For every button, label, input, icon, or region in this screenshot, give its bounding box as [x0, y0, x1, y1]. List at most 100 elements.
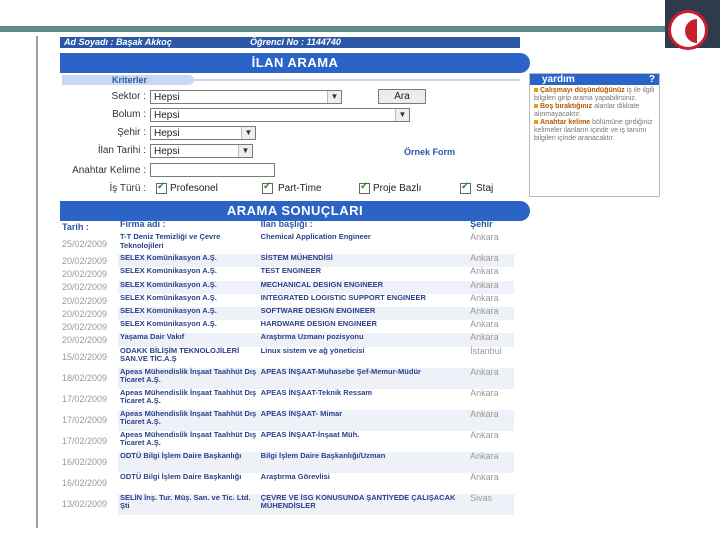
job-title-link[interactable]: Bilgi İşlem Daire Başkanlığı/Uzman — [259, 451, 469, 473]
table-row[interactable]: Apeas Mühendislik İnşaat Taahhüt Dış Tic… — [118, 366, 514, 389]
sehir-label: Şehir : — [117, 127, 146, 138]
results-section-title: ARAMA SONUÇLARI — [60, 201, 530, 221]
table-row[interactable]: T-T Deniz Temizliği ve Çevre Teknolojile… — [118, 232, 514, 254]
user-name: Ad Soyadı : Başak Akkoç — [64, 37, 172, 47]
job-title-link[interactable]: MECHANICAL DESIGN ENGINEER — [259, 280, 469, 294]
sehir-value: Hepsi — [154, 128, 180, 139]
column-header-date[interactable]: Tarih : — [62, 222, 89, 232]
checkbox-proje-bazli[interactable] — [359, 181, 370, 194]
job-title-link[interactable]: Linux sistem ve ağ yöneticisi — [259, 346, 469, 368]
job-title-link[interactable]: APEAS İNŞAAT-Teknik Ressam — [259, 388, 469, 410]
checkbox-part-time-label: Part-Time — [278, 183, 322, 194]
company-link[interactable]: Apeas Mühendislik İnşaat Taahhüt Dış Tic… — [118, 367, 259, 389]
is-turu-label: İş Türü : — [109, 183, 147, 194]
table-row[interactable]: SELEX Komünikasyon A.Ş. INTEGRATED LOGIST… — [118, 293, 514, 307]
company-link[interactable]: SELEX Komünikasyon A.Ş. — [118, 293, 259, 307]
table-row[interactable]: ODTÜ Bilgi İşlem Daire Başkanlığı Araştır… — [118, 471, 514, 494]
results-table: Firma adı : İlan başlığı : Şehir T-T Den… — [118, 219, 514, 515]
bullet-icon — [534, 104, 538, 108]
company-link[interactable]: T-T Deniz Temizliği ve Çevre Teknolojile… — [118, 232, 259, 254]
job-title-link[interactable]: Araştırma Görevlisi — [259, 472, 469, 494]
anahtar-label: Anahtar Kelime : — [72, 165, 146, 176]
date-cell: 17/02/2009 — [62, 436, 108, 447]
table-row[interactable]: SELİN İnş. Tur. Müş. San. ve Tic. Ltd. Ş… — [118, 493, 514, 515]
table-row[interactable]: Apeas Mühendislik İnşaat Taahhüt Dış Tic… — [118, 429, 514, 452]
company-link[interactable]: Apeas Mühendislik İnşaat Taahhüt Dış Tic… — [118, 409, 259, 431]
keyword-input[interactable] — [150, 163, 275, 177]
city-cell: Ankara — [470, 279, 499, 290]
company-link[interactable]: ODAKK BİLİŞİM TEKNOLOJİLERİ SAN.VE TİC.A… — [118, 346, 259, 368]
city-cell: Ankara — [470, 332, 499, 343]
date-cell: 13/02/2009 — [62, 499, 108, 510]
top-accent-stripe — [0, 26, 665, 32]
sektor-value: Hepsi — [154, 92, 180, 103]
city-cell: İstanbul — [470, 345, 502, 356]
tarih-value: Hepsi — [154, 146, 180, 157]
table-row[interactable]: Apeas Mühendislik İnşaat Taahhüt Dış Tic… — [118, 387, 514, 410]
company-link[interactable]: Yaşama Dair Vakıf — [118, 333, 259, 346]
company-link[interactable]: SELEX Komünikasyon A.Ş. — [118, 267, 259, 280]
chevron-down-icon[interactable]: ▼ — [395, 109, 409, 121]
date-cell: 15/02/2009 — [62, 352, 108, 363]
company-link[interactable]: ODTÜ Bilgi İşlem Daire Başkanlığı — [118, 451, 259, 473]
job-title-link[interactable]: Chemical Application Engineer — [259, 232, 469, 254]
company-link[interactable]: SELEX Komünikasyon A.Ş. — [118, 280, 259, 294]
student-number: Öğrenci No : 1144740 — [250, 37, 341, 47]
date-cell: 20/02/2009 — [62, 282, 108, 293]
left-divider — [36, 36, 38, 528]
city-cell: Ankara — [470, 450, 499, 461]
chevron-down-icon[interactable]: ▼ — [241, 127, 255, 139]
job-title-link[interactable]: APEAS İNŞAAT-Muhasebe Şef-Memur-Müdür — [259, 367, 469, 389]
company-link[interactable]: SELİN İnş. Tur. Müş. San. ve Tic. Ltd. Ş… — [118, 493, 259, 515]
checkbox-part-time[interactable] — [262, 181, 273, 194]
bolum-label: Bolum : — [112, 109, 146, 120]
search-button[interactable]: Ara — [378, 89, 426, 104]
job-title-link[interactable]: TEST ENGINEER — [259, 267, 469, 280]
university-logo-icon — [668, 10, 708, 50]
job-title-link[interactable]: APEAS İNŞAAT- Mimar — [259, 409, 469, 431]
table-row[interactable]: Apeas Mühendislik İnşaat Taahhüt Dış Tic… — [118, 408, 514, 431]
table-row[interactable]: ODTÜ Bilgi İşlem Daire Başkanlığı Bilgi İ… — [118, 450, 514, 473]
example-form-link[interactable]: Örnek Form — [404, 147, 455, 157]
bolum-value: Hepsi — [154, 110, 180, 121]
date-cell: 20/02/2009 — [62, 269, 108, 280]
checkbox-profesonel-label: Profesonel — [170, 183, 218, 194]
chevron-down-icon[interactable]: ▼ — [327, 91, 341, 103]
city-cell: Ankara — [470, 408, 499, 419]
help-item: Anahtar kelime bölümüne girdiğiniz kelim… — [534, 119, 653, 142]
company-link[interactable]: Apeas Mühendislik İnşaat Taahhüt Dış Tic… — [118, 430, 259, 452]
help-title: yardım — [542, 74, 575, 85]
city-cell: Ankara — [470, 429, 499, 440]
criteria-tab[interactable]: Kriterler — [62, 75, 194, 85]
bullet-icon — [534, 120, 538, 124]
table-row[interactable]: ODAKK BİLİŞİM TEKNOLOJİLERİ SAN.VE TİC.A… — [118, 345, 514, 368]
table-row[interactable]: SELEX Komünikasyon A.Ş. TEST ENGINEER Anka… — [118, 267, 514, 280]
job-title-link[interactable]: Araştırma Uzmanı pozisyonu — [259, 333, 469, 346]
sehir-select[interactable]: Hepsi ▼ — [150, 126, 256, 140]
date-cell: 16/02/2009 — [62, 457, 108, 468]
top-bar — [0, 0, 720, 48]
job-title-link[interactable]: INTEGRATED LOGISTIC SUPPORT ENGINEER — [259, 293, 469, 307]
table-row[interactable]: Yaşama Dair Vakıf Araştırma Uzmanı pozisy… — [118, 332, 514, 347]
city-cell: Ankara — [470, 366, 499, 377]
company-link[interactable]: Apeas Mühendislik İnşaat Taahhüt Dış Tic… — [118, 388, 259, 410]
bolum-select[interactable]: Hepsi ▼ — [150, 108, 410, 122]
help-question-icon[interactable]: ? — [649, 74, 655, 85]
help-panel: yardım ? Çalışmayı düşündüğünüz iş ile i… — [529, 73, 660, 197]
tarih-label: İlan Tarihi : — [97, 145, 146, 156]
city-cell: Ankara — [470, 471, 499, 482]
sektor-select[interactable]: Hepsi ▼ — [150, 90, 342, 104]
checkbox-staj[interactable] — [460, 181, 471, 194]
job-title-link[interactable]: APEAS İNŞAAT-İnşaat Müh. — [259, 430, 469, 452]
date-cell: 18/02/2009 — [62, 373, 108, 384]
job-title-link[interactable]: ÇEVRE VE İSG KONUSUNDA ŞANTİYEDE ÇALIŞAC… — [259, 493, 469, 515]
tarih-select[interactable]: Hepsi ▼ — [150, 144, 253, 158]
chevron-down-icon[interactable]: ▼ — [238, 145, 252, 157]
date-cell: 17/02/2009 — [62, 394, 108, 405]
city-cell: Ankara — [470, 387, 499, 398]
table-row[interactable]: SELEX Komünikasyon A.Ş. MECHANICAL DESIGN… — [118, 279, 514, 294]
date-cell: 20/02/2009 — [62, 295, 108, 306]
company-link[interactable]: ODTÜ Bilgi İşlem Daire Başkanlığı — [118, 472, 259, 494]
checkbox-profesonel[interactable] — [156, 181, 167, 194]
bullet-icon — [534, 88, 538, 92]
